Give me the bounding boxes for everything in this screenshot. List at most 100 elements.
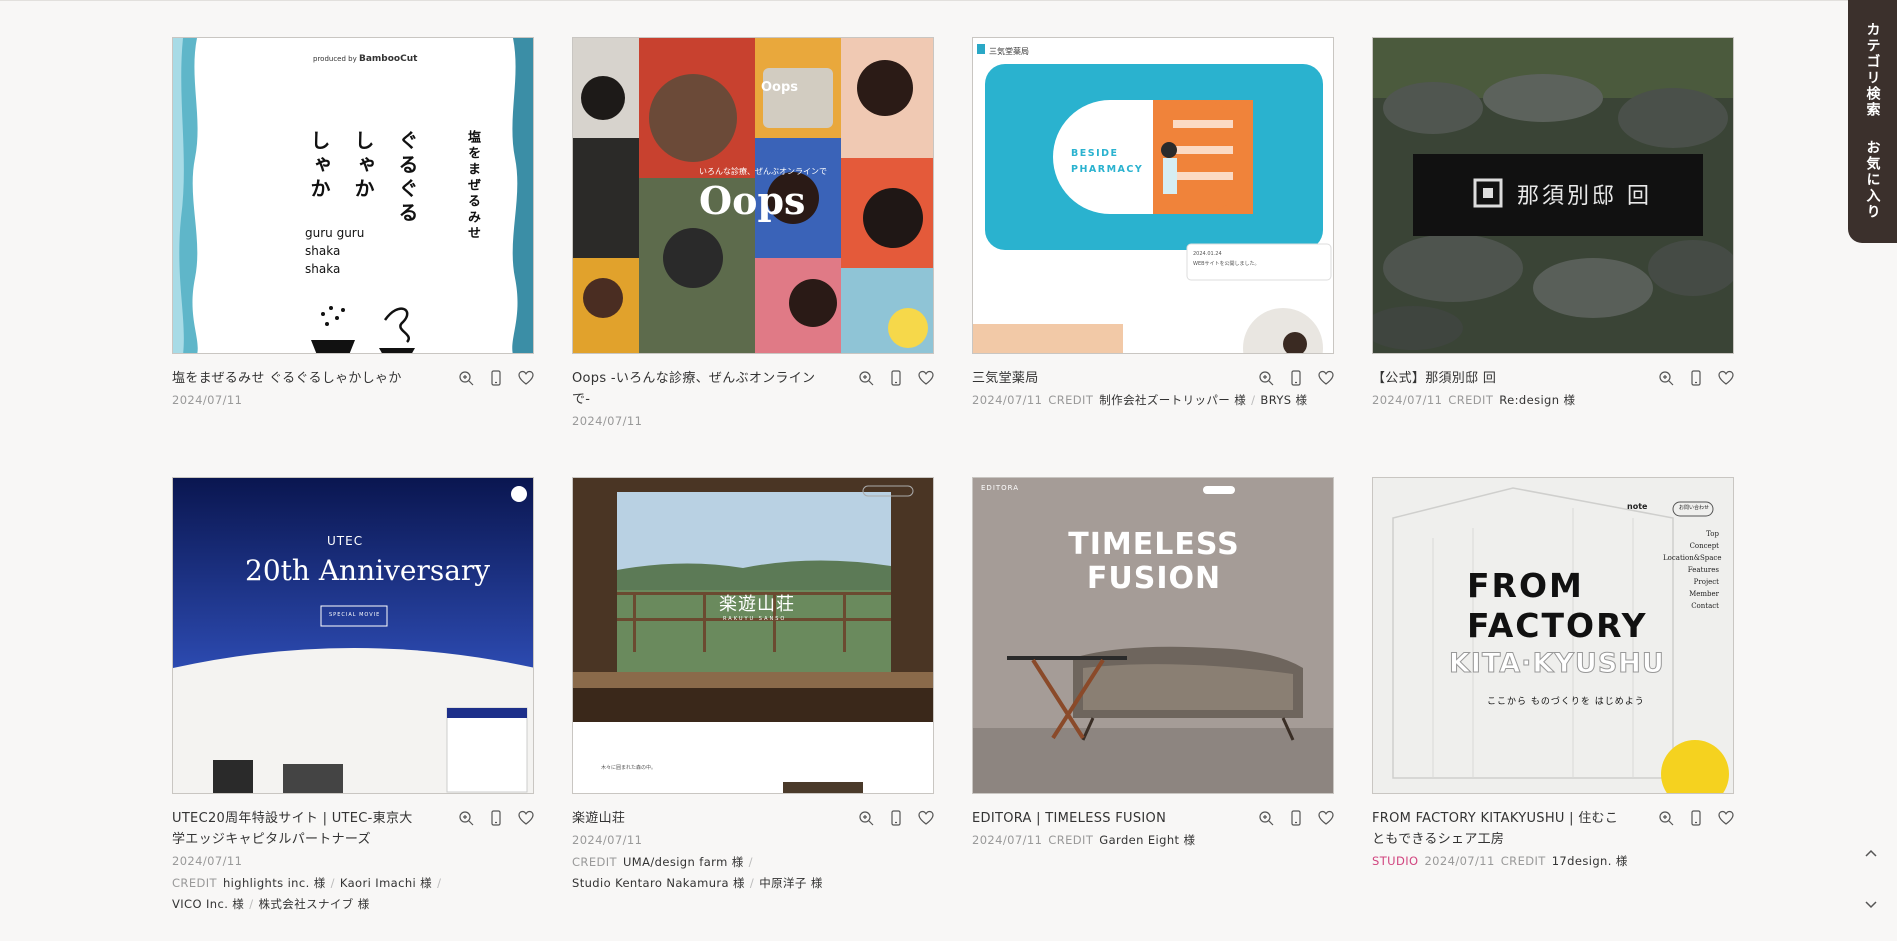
thumb-vertical-title: しゃか (307, 130, 331, 202)
work-info: 2024/07/11 (172, 390, 534, 411)
work-thumbnail[interactable]: UTEC 20th Anniversary SPECIAL MOVIE (172, 477, 534, 794)
work-thumbnail[interactable]: 楽遊山荘 RAKUYU SANSO 木々に囲まれた森の中。 (572, 477, 934, 794)
thumb-roman-title: guru guru shaka shaka (305, 226, 365, 276)
credit-name[interactable]: 17design. 様 (1552, 854, 1628, 868)
zoom-in-icon[interactable] (858, 810, 874, 826)
thumb-brand: EDITORA (981, 484, 1020, 492)
works-grid: produced by BambooCut 塩をまぜるみせ ぐるぐる しゃか し… (172, 37, 1734, 915)
work-title[interactable]: 三気堂薬局 (972, 368, 1039, 389)
thumb-subtitle: ここから ものづくりを はじめよう (1487, 697, 1645, 707)
favorites-tab[interactable]: お気に入り (1863, 140, 1883, 220)
work-card: UTEC 20th Anniversary SPECIAL MOVIE UTEC… (172, 477, 534, 915)
credit-name[interactable]: 中原洋子 様 (759, 876, 823, 890)
credit-name[interactable]: UMA/design farm 様 (623, 855, 744, 869)
heart-icon[interactable] (518, 370, 534, 386)
work-card: produced by BambooCut 塩をまぜるみせ ぐるぐる しゃか し… (172, 37, 534, 477)
category-search-tab[interactable]: カテゴリ検索 (1863, 22, 1883, 118)
credit-label: CREDIT (1500, 854, 1546, 868)
work-thumbnail[interactable]: produced by BambooCut 塩をまぜるみせ ぐるぐる しゃか し… (172, 37, 534, 354)
credit-name[interactable]: VICO Inc. 様 (172, 897, 244, 911)
smartphone-icon[interactable] (1288, 810, 1304, 826)
smartphone-icon[interactable] (888, 370, 904, 386)
work-date: 2024/07/11 (1372, 393, 1443, 407)
credit-name[interactable]: BRYS 様 (1260, 393, 1307, 407)
thumb-caption: 木々に囲まれた森の中。 (601, 765, 657, 771)
heart-icon[interactable] (1318, 370, 1334, 386)
credit-name[interactable]: Studio Kentaro Nakamura 様 (572, 876, 745, 890)
work-date: 2024/07/11 (572, 833, 643, 847)
credit-name[interactable]: 制作会社ズートリッパー 様 (1099, 393, 1246, 407)
work-thumbnail[interactable]: Oops いろんな診療、ぜんぶオンラインで Oops (572, 37, 934, 354)
work-thumbnail[interactable]: 那須別邸 回 (1372, 37, 1734, 354)
heart-icon[interactable] (918, 370, 934, 386)
work-title[interactable]: Oops -いろんな診療、ぜんぶオンラインで- (572, 368, 824, 410)
producer-label: produced by BambooCut (313, 54, 418, 64)
thumb-tagline: いろんな診療、ぜんぶオンラインで (699, 167, 827, 176)
work-date: 2024/07/11 (972, 833, 1043, 847)
work-card: 三気堂薬局 BESIDE PHARMACY 2024.01.24 WEBサイトを… (972, 37, 1334, 477)
heart-icon[interactable] (518, 810, 534, 826)
work-title[interactable]: 【公式】那須別邸 回 (1372, 368, 1496, 389)
heart-icon[interactable] (1718, 370, 1734, 386)
thumb-headline-outline: KITA·KYUSHU (1449, 648, 1665, 680)
credit-name[interactable]: 株式会社スナイブ 様 (259, 897, 370, 911)
credit-name[interactable]: highlights inc. 様 (223, 876, 326, 890)
work-title[interactable]: UTEC20周年特設サイト | UTEC-東京大学エッジキャピタルパートナーズ (172, 808, 424, 850)
thumb-brand: UTEC (327, 534, 364, 548)
smartphone-icon[interactable] (1288, 370, 1304, 386)
credit-label: CREDIT (572, 855, 617, 869)
credit-name[interactable]: Garden Eight 様 (1099, 833, 1195, 847)
work-credits: CREDIT highlights inc. 様 / Kaori Imachi 様 / V… (172, 876, 442, 911)
zoom-in-icon[interactable] (458, 370, 474, 386)
work-thumbnail[interactable]: EDITORA TIMELESS FUSION (972, 477, 1334, 794)
chevron-up-icon[interactable] (1861, 843, 1881, 863)
work-card: 那須別邸 回 【公式】那須別邸 回 2024/07/11 CREDIT Re:des… (1372, 37, 1734, 477)
zoom-in-icon[interactable] (1658, 810, 1674, 826)
thumb-logo: 楽遊山荘 (719, 594, 795, 615)
work-date: 2024/07/11 (172, 393, 243, 407)
credit-label: CREDIT (1048, 393, 1094, 407)
credit-label: CREDIT (1448, 393, 1494, 407)
credit-name[interactable]: Re:design 様 (1499, 393, 1575, 407)
work-info: 2024/07/11 (572, 830, 934, 851)
smartphone-icon[interactable] (488, 370, 504, 386)
pot-illustration (311, 306, 415, 353)
work-card: 楽遊山荘 RAKUYU SANSO 木々に囲まれた森の中。 楽遊山荘 2024/… (572, 477, 934, 915)
smartphone-icon[interactable] (488, 810, 504, 826)
work-title[interactable]: EDITORA | TIMELESS FUSION (972, 808, 1166, 829)
thumb-vertical-title: ぐるぐる (395, 130, 419, 226)
zoom-in-icon[interactable] (458, 810, 474, 826)
work-credits: CREDIT UMA/design farm 様 / Studio Kentaro N… (572, 855, 823, 890)
work-info: 2024/07/11 (572, 411, 934, 432)
zoom-in-icon[interactable] (858, 370, 874, 386)
work-title[interactable]: 塩をまぜるみせ ぐるぐるしゃかしゃか (172, 368, 402, 389)
side-tab: カテゴリ検索 お気に入り (1848, 0, 1897, 243)
work-thumbnail[interactable]: 三気堂薬局 BESIDE PHARMACY 2024.01.24 WEBサイトを… (972, 37, 1334, 354)
heart-icon[interactable] (1718, 810, 1734, 826)
heart-icon[interactable] (1318, 810, 1334, 826)
work-info: 2024/07/11 CREDIT Re:design 様 (1372, 390, 1734, 411)
work-date: 2024/07/11 (972, 393, 1043, 407)
smartphone-icon[interactable] (1688, 810, 1704, 826)
utec-hero (173, 478, 533, 793)
work-date: 2024/07/11 (172, 854, 243, 868)
chevron-down-icon[interactable] (1861, 894, 1881, 914)
sofa-photo (973, 478, 1333, 793)
work-title[interactable]: 楽遊山荘 (572, 808, 625, 829)
work-date: 2024/07/11 (1424, 854, 1495, 868)
thumb-roman: RAKUYU SANSO (723, 616, 787, 622)
thumb-sign: 那須別邸 回 (1517, 184, 1652, 209)
credit-name[interactable]: Kaori Imachi 様 (340, 876, 432, 890)
work-thumbnail[interactable]: note お問い合わせ Top Concept Location&Space Feat… (1372, 477, 1734, 794)
zoom-in-icon[interactable] (1258, 810, 1274, 826)
top-divider (0, 0, 1897, 1)
heart-icon[interactable] (918, 810, 934, 826)
work-title[interactable]: FROM FACTORY KITAKYUSHU | 住むこともできるシェア工房 (1372, 808, 1624, 850)
work-info: 2024/07/11 (172, 851, 534, 872)
studio-badge[interactable]: STUDIO (1372, 854, 1418, 868)
smartphone-icon[interactable] (888, 810, 904, 826)
zoom-in-icon[interactable] (1258, 370, 1274, 386)
work-card: note お問い合わせ Top Concept Location&Space Feat… (1372, 477, 1734, 915)
smartphone-icon[interactable] (1688, 370, 1704, 386)
zoom-in-icon[interactable] (1658, 370, 1674, 386)
